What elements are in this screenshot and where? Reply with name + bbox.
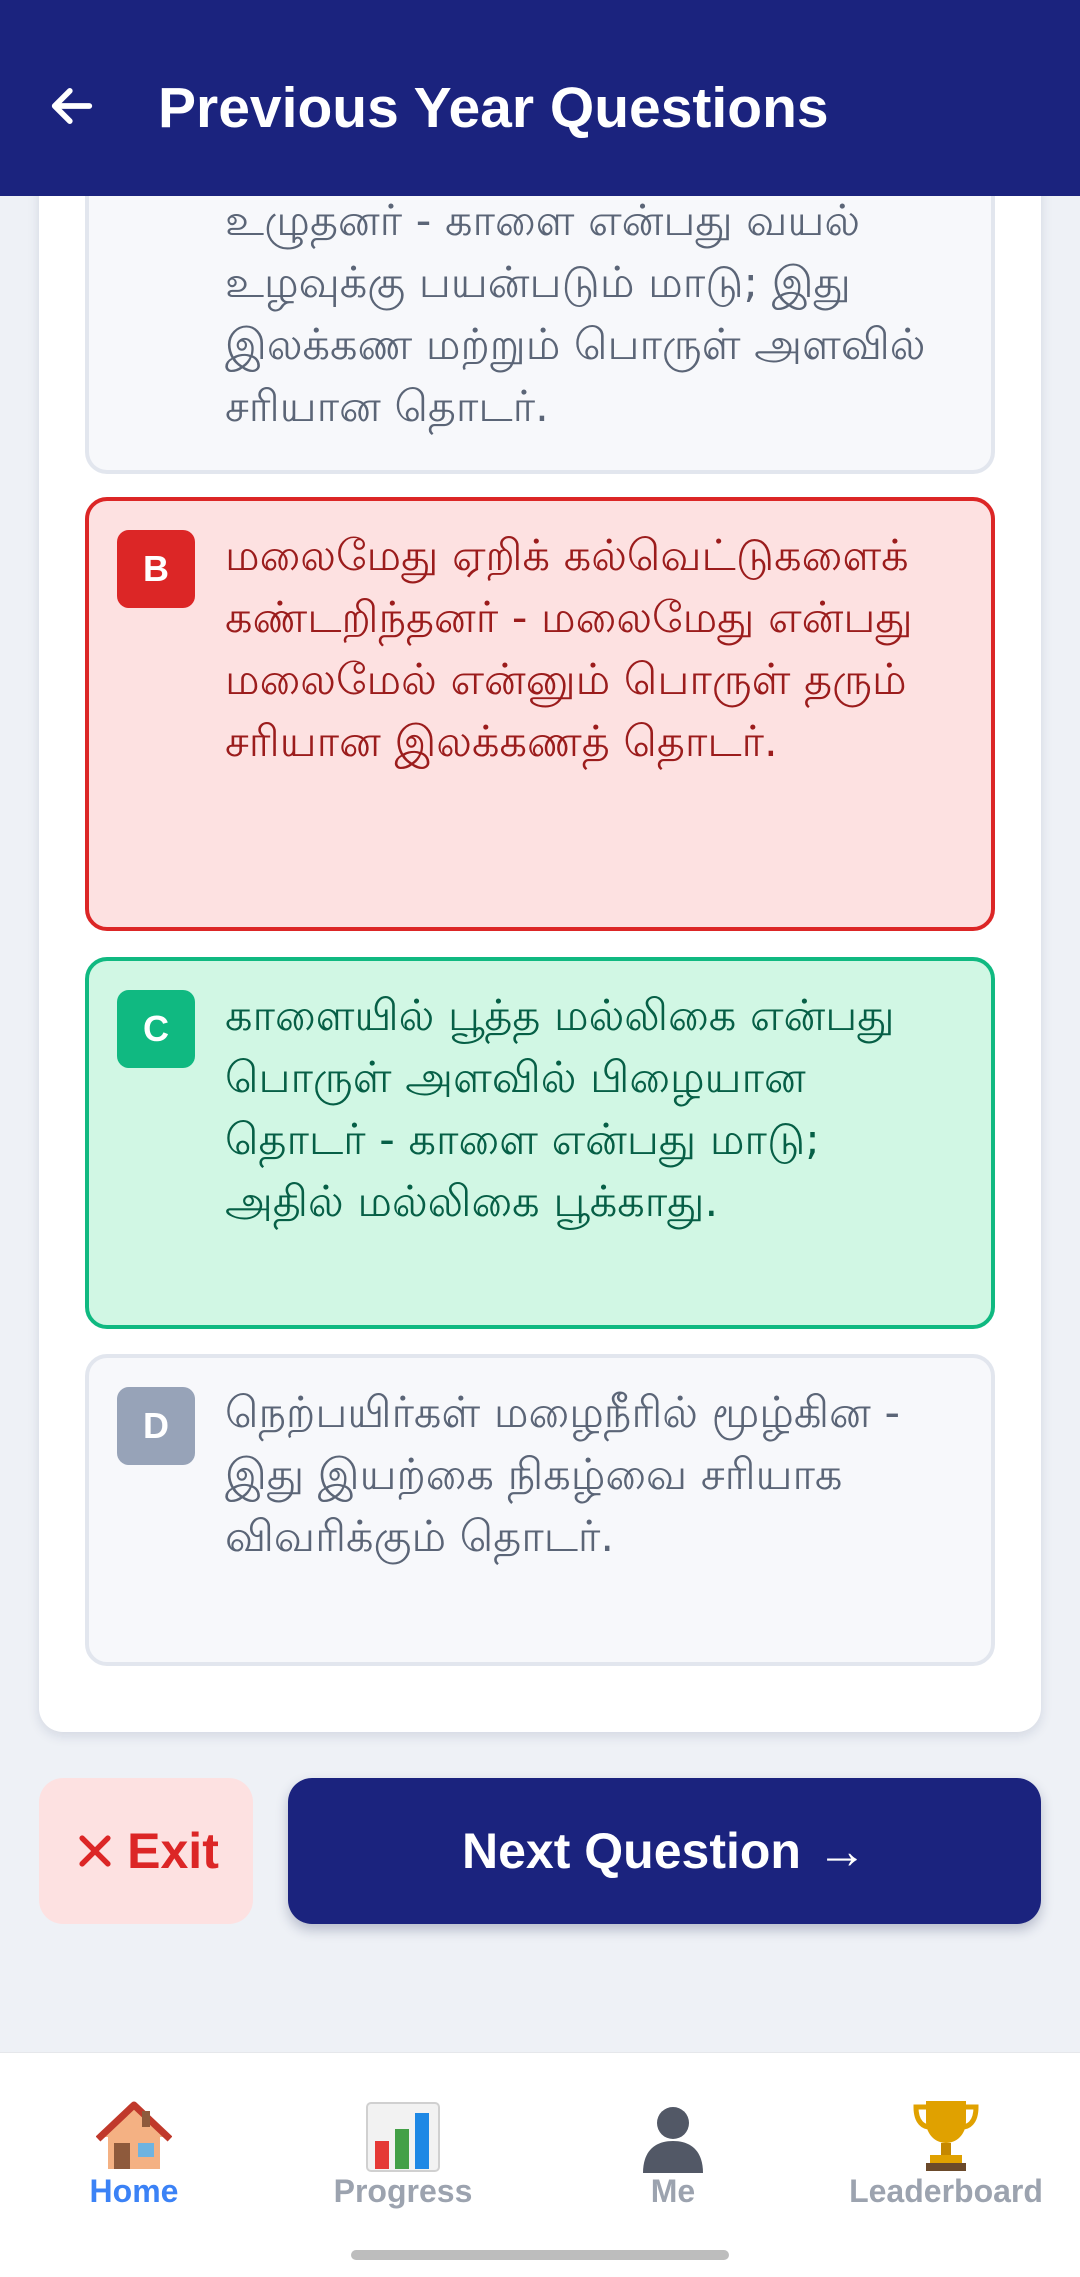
arrow-left-icon (51, 88, 93, 124)
nav-item-leaderboard[interactable]: Leaderboard (826, 2093, 1066, 2263)
nav-item-me[interactable]: Me (553, 2093, 793, 2263)
option-b[interactable]: B மலைமேது ஏறிக் கல்வெட்டுகளைக் கண்டறிந்த… (85, 497, 995, 931)
back-button[interactable] (36, 70, 108, 142)
option-a-text: உழுதனர் - காளை என்பது வயல் உழவுக்கு பயன்… (225, 196, 926, 432)
nav-label-home: Home (89, 2173, 179, 2209)
house-icon (14, 2093, 254, 2173)
nav-label-me: Me (650, 2173, 696, 2209)
bottom-navigation: Home Progress Me Leaderboard (0, 2052, 1080, 2277)
person-icon (553, 2093, 793, 2173)
next-question-label: Next Question (462, 1823, 801, 1879)
option-b-badge: B (117, 530, 195, 608)
option-b-text: மலைமேது ஏறிக் கல்வெட்டுகளைக் கண்டறிந்தனர… (225, 531, 913, 767)
exit-button[interactable]: Exit (39, 1778, 253, 1924)
option-d-text: நெற்பயிர்கள் மழைநீரில் மூழ்கின - இது இயற… (225, 1388, 900, 1562)
option-c[interactable]: C காளையில் பூத்த மல்லிகை என்பது பொருள் அ… (85, 957, 995, 1329)
option-c-text: காளையில் பூத்த மல்லிகை என்பது பொருள் அளவ… (225, 991, 895, 1227)
option-d-badge: D (117, 1387, 195, 1465)
nav-item-progress[interactable]: Progress (283, 2093, 523, 2263)
trophy-icon (826, 2093, 1066, 2173)
page-title: Previous Year Questions (158, 76, 829, 140)
option-a[interactable]: உழுதனர் - காளை என்பது வயல் உழவுக்கு பயன்… (85, 132, 995, 474)
option-c-badge: C (117, 990, 195, 1068)
next-question-button[interactable]: Next Question → (288, 1778, 1041, 1924)
nav-label-leaderboard: Leaderboard (849, 2173, 1043, 2209)
nav-item-home[interactable]: Home (14, 2093, 254, 2263)
bar-chart-icon (283, 2093, 523, 2173)
close-icon (73, 1829, 117, 1873)
home-indicator[interactable] (351, 2250, 729, 2260)
option-d[interactable]: D நெற்பயிர்கள் மழைநீரில் மூழ்கின - இது இ… (85, 1354, 995, 1666)
arrow-right-icon: → (816, 1823, 867, 1879)
exit-label: Exit (127, 1823, 219, 1879)
app-header: Previous Year Questions (0, 0, 1080, 196)
nav-label-progress: Progress (333, 2173, 473, 2209)
